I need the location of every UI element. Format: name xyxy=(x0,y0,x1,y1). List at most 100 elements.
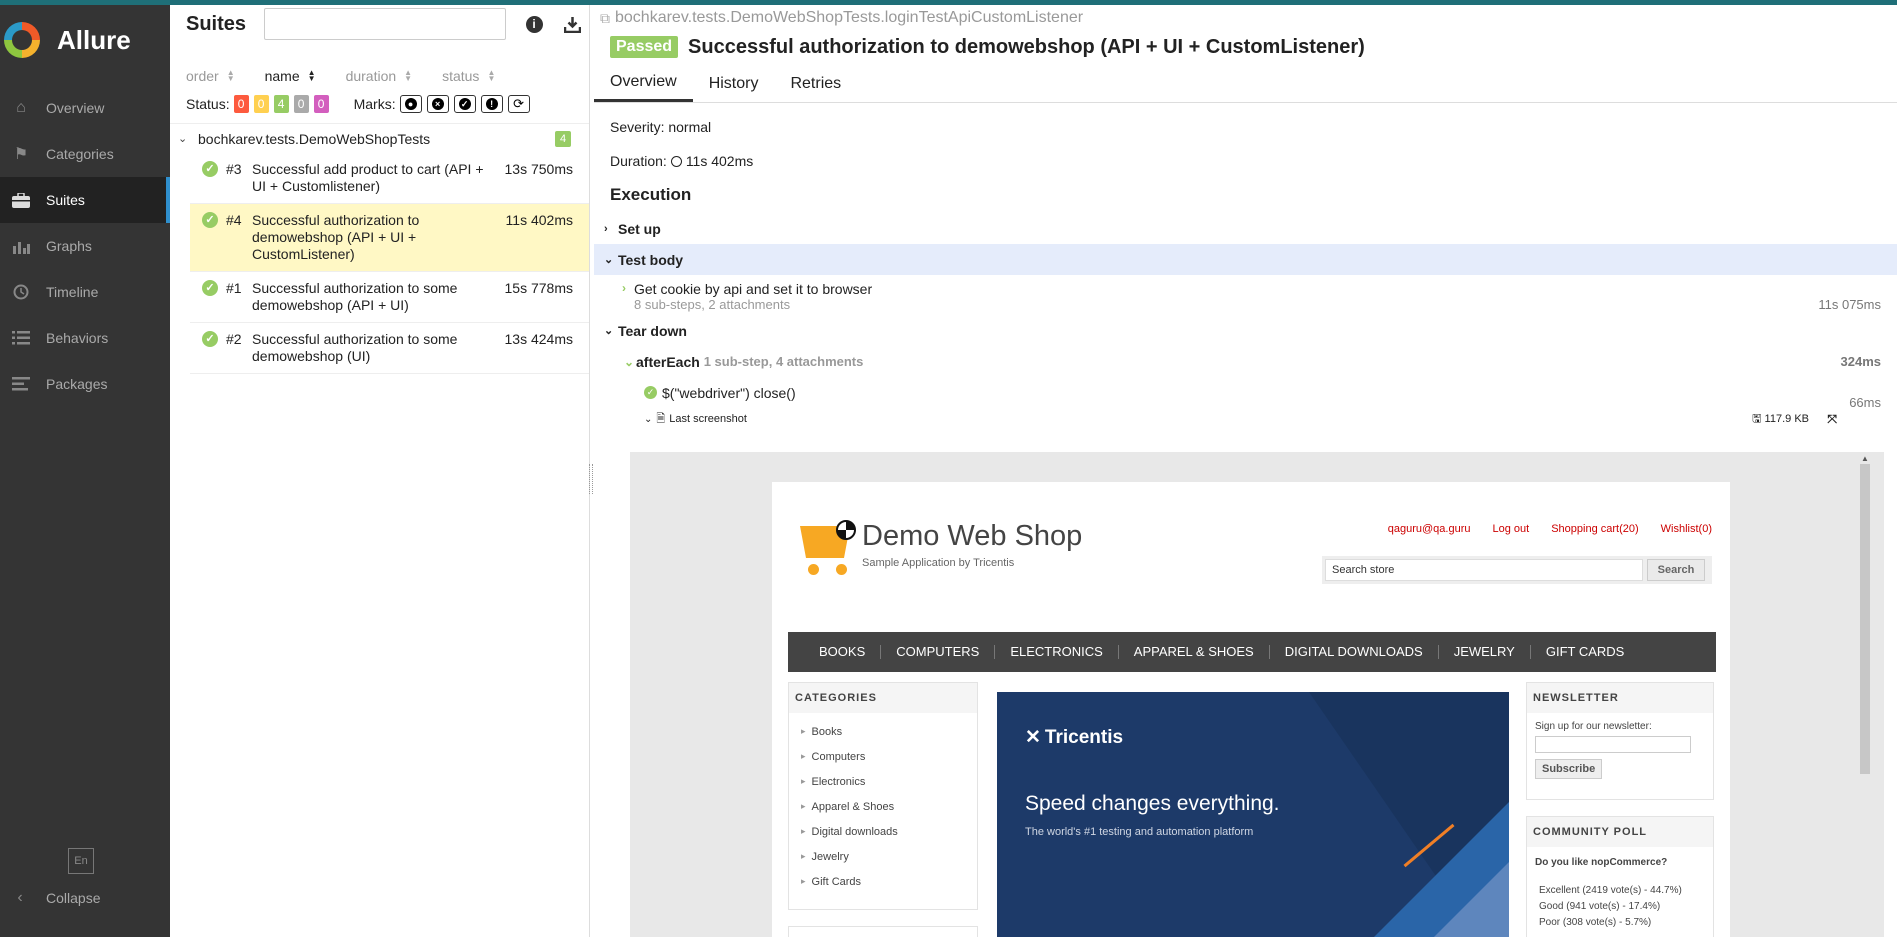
step-get-cookie[interactable]: › Get cookie by api and set it to browse… xyxy=(594,275,1897,313)
passed-count-toggle[interactable]: 4 xyxy=(273,95,289,113)
screenshot-scrollbar[interactable] xyxy=(1860,464,1870,774)
briefcase-icon xyxy=(10,192,32,208)
attachment-size-value: 117.9 KB xyxy=(1764,412,1809,425)
poll-box: COMMUNITY POLL Do you like nopCommerce? … xyxy=(1526,816,1714,937)
banner-subtagline: The world's #1 testing and automation pl… xyxy=(1025,826,1254,838)
allure-logo[interactable]: Allure xyxy=(0,5,170,75)
menu-item: ELECTRONICS xyxy=(995,645,1119,659)
newsletter-text: Sign up for our newsletter: xyxy=(1535,721,1652,732)
duration-label: Duration: xyxy=(610,153,667,169)
collapse-label: Collapse xyxy=(46,890,101,906)
flaky-mark-toggle[interactable]: ● xyxy=(399,95,422,113)
new-broken-mark-toggle[interactable]: ! xyxy=(480,95,503,113)
sidebar-item-label: Graphs xyxy=(46,238,92,254)
panel-resize-handle[interactable] xyxy=(589,464,593,494)
sidebar-item-suites[interactable]: Suites xyxy=(0,177,170,223)
sort-row: order ▲ ▼ name ▲ ▼ duration ▲ ▼ status ▲ ▼ xyxy=(170,61,589,91)
step-after-each[interactable]: ⌄ afterEach 1 sub-step, 4 attachments 32… xyxy=(594,346,1897,377)
copy-icon[interactable]: ⧉ xyxy=(600,10,610,27)
subscribe-button: Subscribe xyxy=(1535,759,1603,779)
refresh-icon: ⟳ xyxy=(513,96,525,111)
sidebar-item-categories[interactable]: ⚑ Categories xyxy=(0,131,170,177)
tab-overview[interactable]: Overview xyxy=(594,65,693,102)
sidebar-item-overview[interactable]: ⌂ Overview xyxy=(0,85,170,131)
sort-status-label: status xyxy=(442,68,480,84)
test-number: #2 xyxy=(226,331,242,347)
test-duration: 13s 424ms xyxy=(504,331,573,347)
skipped-count-toggle[interactable]: 0 xyxy=(293,95,309,113)
sort-arrows-icon: ▲ ▼ xyxy=(307,68,316,83)
sort-arrows-icon: ▲ ▼ xyxy=(404,68,413,83)
sidebar-item-label: Categories xyxy=(46,146,114,162)
step-webdriver-close[interactable]: ✓ $("webdriver") close() 66ms xyxy=(594,377,1897,410)
sidebar-item-packages[interactable]: Packages xyxy=(0,361,170,407)
test-row-selected[interactable]: ✓ #4 Successful authorization to demoweb… xyxy=(190,204,589,272)
sort-duration-label: duration xyxy=(345,68,397,84)
step-name: $("webdriver") close() xyxy=(662,384,796,401)
chevron-down-icon: ⌄ xyxy=(604,325,614,337)
times-circle-icon: × xyxy=(431,98,444,110)
marks-label: Marks: xyxy=(353,96,396,112)
test-list: ✓ #3 Successful add product to cart (API… xyxy=(170,153,589,374)
attachment-screenshot: ▲ Demo Web Shop Sample Application by Tr… xyxy=(630,452,1884,937)
test-duration: 15s 778ms xyxy=(504,280,573,296)
attachment-row[interactable]: ⌄ 🗎 Last screenshot 🖫 117.9 KB ⤧ xyxy=(594,408,1897,430)
new-passed-mark-toggle[interactable]: ✓ xyxy=(453,95,476,113)
test-number: #1 xyxy=(226,280,242,296)
broken-count-toggle[interactable]: 0 xyxy=(253,95,269,113)
tab-retries[interactable]: Retries xyxy=(774,65,857,102)
execution-title: Execution xyxy=(610,185,692,204)
suite-group-row[interactable]: ⌄ bochkarev.tests.DemoWebShopTests 4 xyxy=(170,123,589,153)
unknown-count-toggle[interactable]: 0 xyxy=(313,95,329,113)
status-filter-row: Status: 0 0 4 0 0 Marks: ● × ✓ ! ⟳ xyxy=(170,91,589,117)
test-row[interactable]: ✓ #2 Successful authorization to some de… xyxy=(190,323,589,374)
step-name: Get cookie by api and set it to browser xyxy=(634,281,873,297)
step-duration: 324ms xyxy=(1840,354,1881,369)
logo-text: Allure xyxy=(57,24,131,55)
passed-check-icon: ✓ xyxy=(202,280,218,296)
test-name: Successful authorization to some demoweb… xyxy=(252,280,458,313)
test-body-section[interactable]: ⌄ Test body xyxy=(594,244,1897,275)
new-failed-mark-toggle[interactable]: × xyxy=(426,95,449,113)
sort-status[interactable]: status ▲ ▼ xyxy=(442,68,495,84)
teardown-section[interactable]: ⌄ Tear down xyxy=(594,315,1897,346)
detail-tabs: Overview History Retries xyxy=(594,65,1897,103)
info-button[interactable]: i xyxy=(524,14,544,34)
clock-icon xyxy=(670,155,682,167)
test-duration: 13s 750ms xyxy=(504,161,573,177)
sidebar-item-behaviors[interactable]: Behaviors xyxy=(0,315,170,361)
suites-panel: Suites i order ▲ ▼ name ▲ ▼ duration ▲ ▼ statu… xyxy=(170,5,590,937)
test-row[interactable]: ✓ #3 Successful add product to cart (API… xyxy=(190,153,589,204)
sort-name-label: name xyxy=(264,68,300,84)
passed-check-icon: ✓ xyxy=(202,331,218,347)
expand-icon[interactable]: ⤧ xyxy=(1827,412,1837,427)
categories-title: CATEGORIES xyxy=(789,683,977,713)
sort-duration[interactable]: duration ▲ ▼ xyxy=(346,68,413,84)
category-item: Gift Cards xyxy=(801,869,977,894)
shop-search: Search store Search xyxy=(1322,556,1712,584)
download-button[interactable] xyxy=(562,14,582,34)
passed-check-icon: ✓ xyxy=(644,386,657,399)
failed-count-toggle[interactable]: 0 xyxy=(233,95,249,113)
chevron-down-icon: ⌄ xyxy=(644,413,653,425)
collapse-button[interactable]: ‹ Collapse xyxy=(0,878,170,918)
cart-logo-icon xyxy=(790,520,856,578)
sidebar-item-timeline[interactable]: Timeline xyxy=(0,269,170,315)
language-switch[interactable]: En xyxy=(68,848,94,874)
sidebar-item-graphs[interactable]: Graphs xyxy=(0,223,170,269)
search-input[interactable] xyxy=(264,8,507,40)
test-row[interactable]: ✓ #1 Successful authorization to some de… xyxy=(190,272,589,323)
clock-icon xyxy=(10,284,32,300)
retries-mark-toggle[interactable]: ⟳ xyxy=(507,95,530,113)
tab-history[interactable]: History xyxy=(693,65,775,102)
menu-item: BOOKS xyxy=(788,645,882,659)
setup-section[interactable]: › Set up xyxy=(594,213,1897,244)
bomb-icon: ● xyxy=(404,98,417,110)
scroll-up-arrow[interactable]: ▲ xyxy=(1860,454,1870,464)
exclamation-circle-icon: ! xyxy=(485,98,498,110)
step-meta: 8 sub-steps, 2 attachments xyxy=(634,297,791,312)
newsletter-title: NEWSLETTER xyxy=(1527,683,1713,713)
sort-order[interactable]: order ▲ ▼ xyxy=(186,68,235,84)
shop-subtitle: Sample Application by Tricentis xyxy=(862,557,1015,569)
sort-name[interactable]: name ▲ ▼ xyxy=(265,68,316,84)
